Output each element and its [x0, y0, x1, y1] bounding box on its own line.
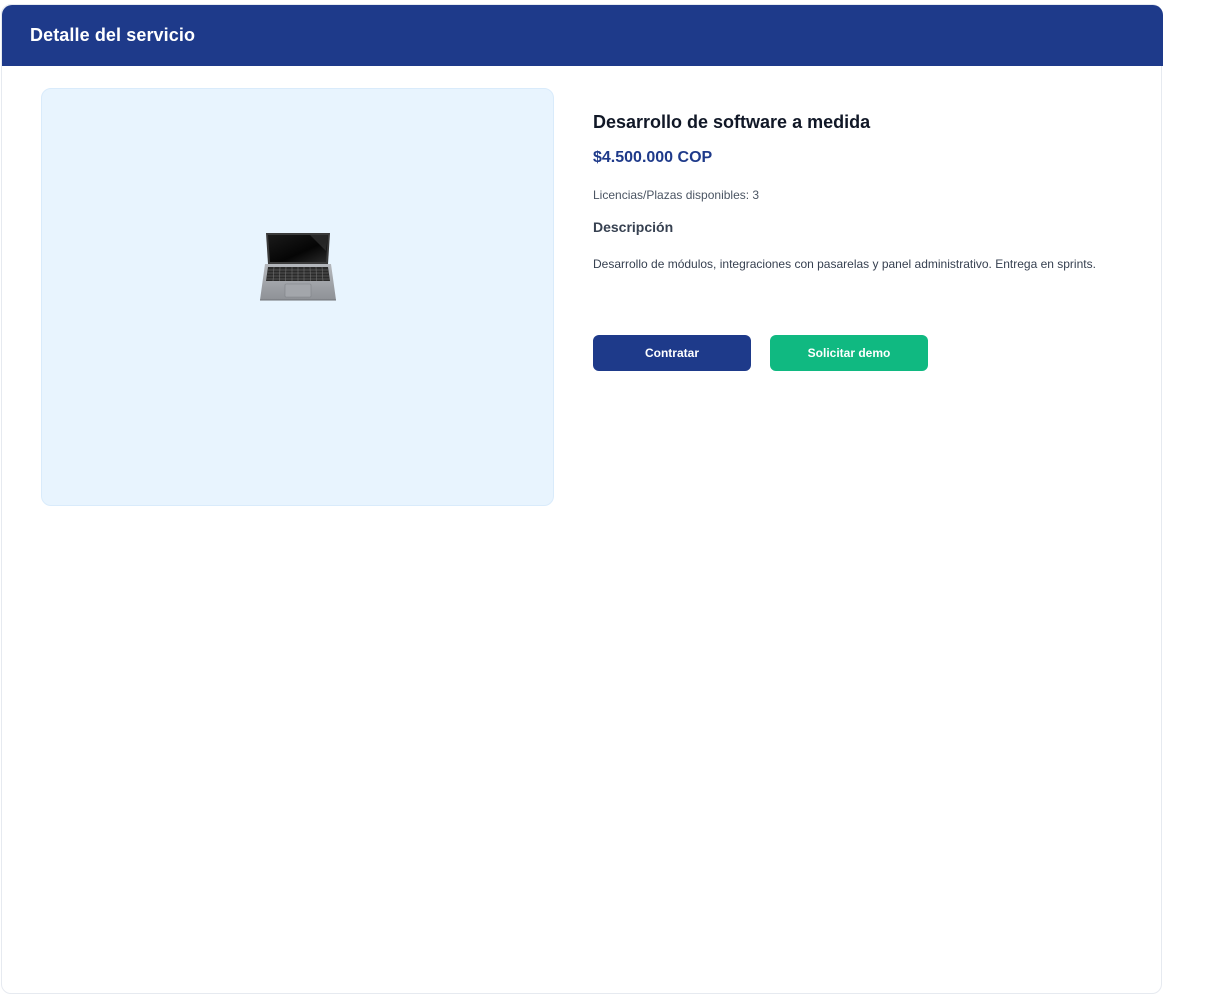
solicitar-demo-button[interactable]: Solicitar demo	[770, 335, 928, 371]
product-image-panel	[41, 88, 554, 506]
service-detail-card: Detalle del servicio Desarrollo de softw…	[1, 4, 1163, 994]
product-stock: Licencias/Plazas disponibles: 3	[593, 188, 760, 202]
product-price: $4.500.000 COP	[593, 149, 713, 166]
product-title: Desarrollo de software a medida	[593, 112, 871, 132]
description-text: Desarrollo de módulos, integraciones con…	[593, 257, 1096, 271]
page-title: Detalle del servicio	[30, 25, 196, 45]
card-header: Detalle del servicio	[2, 5, 1163, 66]
description-heading: Descripción	[593, 219, 674, 235]
laptop-icon	[260, 233, 336, 301]
contratar-button[interactable]: Contratar	[593, 335, 751, 371]
